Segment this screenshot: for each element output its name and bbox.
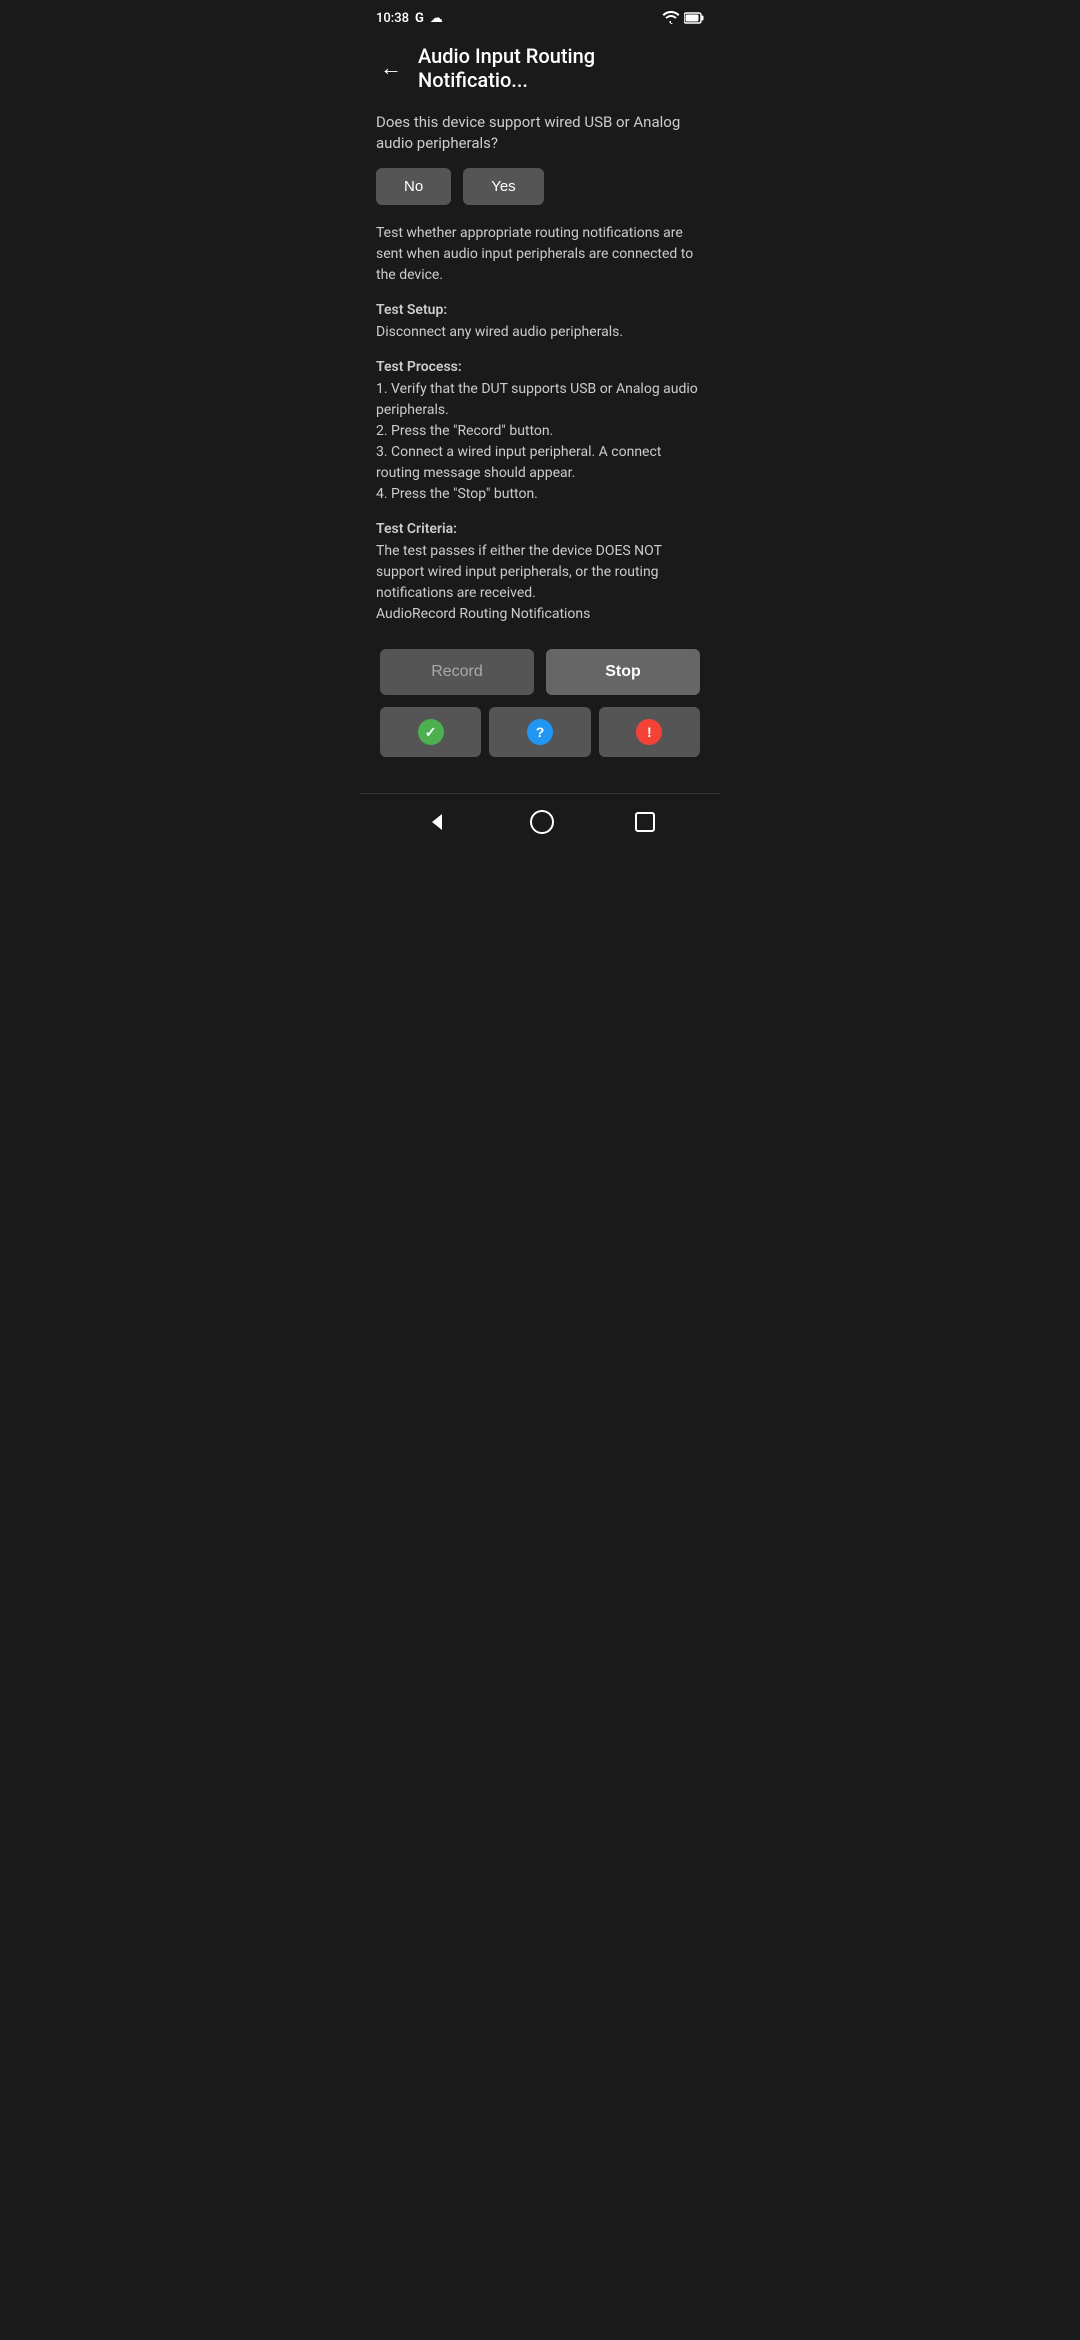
info-button[interactable]: ? <box>489 707 590 757</box>
nav-back-button[interactable] <box>425 810 449 834</box>
fail-icon: ! <box>636 719 662 745</box>
info-icon: ? <box>527 719 553 745</box>
record-button[interactable]: Record <box>380 649 534 695</box>
no-button[interactable]: No <box>376 168 451 205</box>
status-bar: 10:38 G ☁ <box>360 0 720 32</box>
yes-no-row: No Yes <box>376 168 704 205</box>
description-text: Test whether appropriate routing notific… <box>376 223 704 286</box>
fail-button[interactable]: ! <box>599 707 700 757</box>
nav-recent-button[interactable] <box>635 812 655 832</box>
status-bar-right <box>662 9 704 28</box>
test-criteria-section: Test Criteria: The test passes if either… <box>376 521 704 625</box>
back-button[interactable]: ← <box>376 51 406 85</box>
action-buttons: Record Stop <box>376 649 704 695</box>
result-buttons: ✓ ? ! <box>376 707 704 757</box>
test-process-section: Test Process: 1. Verify that the DUT sup… <box>376 359 704 505</box>
test-setup-section: Test Setup: Disconnect any wired audio p… <box>376 302 704 343</box>
wifi-icon <box>662 9 680 28</box>
test-criteria-text: The test passes if either the device DOE… <box>376 541 704 625</box>
bottom-nav <box>360 793 720 849</box>
test-process-label: Test Process: <box>376 359 704 375</box>
main-content: Does this device support wired USB or An… <box>360 104 720 793</box>
battery-icon <box>684 9 704 28</box>
status-bar-left: 10:38 G ☁ <box>376 11 443 26</box>
test-criteria-label: Test Criteria: <box>376 521 704 537</box>
pass-button[interactable]: ✓ <box>380 707 481 757</box>
stop-button[interactable]: Stop <box>546 649 700 695</box>
test-process-text: 1. Verify that the DUT supports USB or A… <box>376 379 704 505</box>
yes-button[interactable]: Yes <box>463 168 543 205</box>
test-setup-label: Test Setup: <box>376 302 704 318</box>
status-time: 10:38 <box>376 11 409 26</box>
page-title: Audio Input Routing Notificatio... <box>418 44 704 92</box>
test-criteria-main: The test passes if either the device DOE… <box>376 543 662 601</box>
test-criteria-sub: AudioRecord Routing Notifications <box>376 606 590 622</box>
cloud-icon: ☁ <box>430 11 443 26</box>
pass-icon: ✓ <box>418 719 444 745</box>
test-setup-text: Disconnect any wired audio peripherals. <box>376 322 704 343</box>
google-icon: G <box>415 11 424 26</box>
nav-home-button[interactable] <box>530 810 554 834</box>
top-bar: ← Audio Input Routing Notificatio... <box>360 32 720 104</box>
question-text: Does this device support wired USB or An… <box>376 112 704 154</box>
